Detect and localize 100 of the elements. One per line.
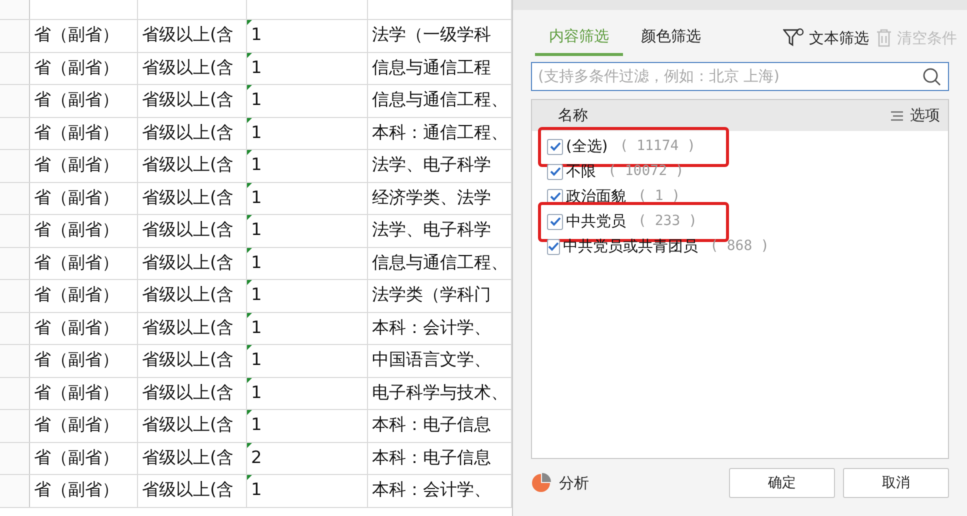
table-cell-text: 1 bbox=[251, 24, 262, 47]
item-label[interactable]: 中共党员或共青团员 bbox=[563, 235, 698, 258]
table-cell-text: 1 bbox=[251, 349, 262, 372]
row-header[interactable] bbox=[0, 182, 30, 214]
table-cell-text: 省级以上(含 bbox=[142, 446, 234, 470]
table-cell-text: 省级以上(含 bbox=[142, 24, 234, 47]
table-cell-text: 省（副省） bbox=[34, 252, 119, 274]
item-label[interactable]: 不限 bbox=[566, 160, 596, 183]
table-cell-text: 本科：会计学、 bbox=[372, 479, 491, 502]
item-label[interactable]: 政治面貌 bbox=[566, 185, 626, 208]
corner-header[interactable] bbox=[0, 0, 30, 19]
table-cell-text: 省（副省） bbox=[34, 382, 119, 404]
table-cell-text: 省（副省） bbox=[34, 154, 119, 177]
table-cell-text: 省级以上(含 bbox=[142, 186, 234, 210]
table-cell-text: 省（副省） bbox=[34, 414, 119, 437]
table-cell-text: 1 bbox=[251, 479, 262, 502]
filter-icon bbox=[783, 28, 805, 48]
item-label[interactable]: 中共党员 bbox=[566, 210, 626, 233]
item-count: ( 868 ) bbox=[710, 237, 770, 256]
table-cell-text: 法学、电子科学 bbox=[372, 219, 491, 242]
table-cell-text: 省级以上(含 bbox=[142, 316, 234, 340]
row-header[interactable] bbox=[0, 248, 30, 279]
column-header: 名称 bbox=[558, 105, 588, 126]
table-cell-text: 省级以上(含 bbox=[142, 122, 234, 144]
table-cell-text: 1 bbox=[251, 382, 262, 404]
table-cell-text: 法学、电子科学 bbox=[372, 154, 491, 177]
row-header[interactable] bbox=[0, 150, 30, 182]
analyze-button[interactable]: 分析 bbox=[531, 472, 589, 494]
filter-tab[interactable]: 颜色筛选 bbox=[627, 20, 715, 56]
table-cell-text: 省级以上(含 bbox=[142, 252, 234, 274]
search-icon bbox=[922, 66, 942, 86]
text-filter-button[interactable]: 文本筛选 bbox=[783, 26, 869, 50]
table-cell-text: 1 bbox=[251, 284, 262, 307]
table-cell-text: 1 bbox=[251, 186, 262, 210]
row-header[interactable] bbox=[0, 118, 30, 149]
row-header[interactable] bbox=[0, 378, 30, 409]
table-cell-text: 1 bbox=[251, 252, 262, 274]
row-header[interactable] bbox=[0, 312, 30, 344]
table-cell-text: 经济学类、法学 bbox=[372, 186, 491, 210]
table-cell-text: 省级以上(含 bbox=[142, 284, 234, 307]
checkbox[interactable] bbox=[547, 214, 563, 230]
row-header[interactable] bbox=[0, 52, 30, 84]
checkbox[interactable] bbox=[547, 138, 563, 154]
table-cell-text: 本科：电子信息 bbox=[372, 446, 491, 470]
table-cell-text: 省（副省） bbox=[34, 284, 119, 307]
cancel-button[interactable]: 取消 bbox=[843, 468, 949, 498]
table-cell-text: 省级以上(含 bbox=[142, 154, 234, 177]
table-cell-text: 省级以上(含 bbox=[142, 479, 234, 502]
checkbox[interactable] bbox=[547, 238, 560, 254]
trash-icon bbox=[875, 28, 893, 48]
table-cell-text: 信息与通信工程、 bbox=[372, 89, 508, 112]
table-cell-text: 法学类（学科门 bbox=[372, 284, 491, 307]
table-cell-text: 1 bbox=[251, 414, 262, 437]
table-cell-text: 1 bbox=[251, 154, 262, 177]
table-cell-text: 省（副省） bbox=[34, 89, 119, 112]
pie-chart-icon bbox=[531, 473, 551, 493]
row-header[interactable] bbox=[0, 85, 30, 116]
row-header[interactable] bbox=[0, 215, 30, 246]
confirm-button[interactable]: 确定 bbox=[729, 468, 835, 498]
options-button[interactable]: 选项 bbox=[890, 104, 940, 127]
table-cell-text: 本科：会计学、 bbox=[372, 316, 491, 340]
table-cell-text: 信息与通信工程、 bbox=[372, 252, 508, 274]
table-cell-text: 中国语言文学、 bbox=[372, 349, 491, 372]
search-field[interactable]: (支持多条件过滤，例如：北京 上海) bbox=[531, 62, 949, 91]
table-cell-text: 1 bbox=[251, 89, 262, 112]
item-count: ( 11174 ) bbox=[620, 137, 696, 156]
table-cell-text: 省级以上(含 bbox=[142, 56, 234, 80]
row-header[interactable] bbox=[0, 345, 30, 376]
table-cell-text: 省级以上(含 bbox=[142, 414, 234, 437]
table-cell-text: 省（副省） bbox=[34, 316, 119, 340]
table-cell-text: 省（副省） bbox=[34, 349, 119, 372]
list-icon bbox=[890, 110, 904, 120]
item-label[interactable]: (全选) bbox=[566, 135, 608, 158]
search-input[interactable]: (支持多条件过滤，例如：北京 上海) bbox=[538, 65, 922, 88]
table-cell-text: 省级以上(含 bbox=[142, 219, 234, 242]
row-header[interactable] bbox=[0, 475, 30, 506]
item-count: ( 10072 ) bbox=[608, 162, 684, 181]
table-cell-text: 省（副省） bbox=[34, 122, 119, 144]
row-header[interactable] bbox=[0, 280, 30, 312]
table-cell-text: 1 bbox=[251, 122, 262, 144]
table-cell-text: 电子科学与技术、 bbox=[372, 382, 508, 404]
table-cell-text: 省级以上(含 bbox=[142, 349, 234, 372]
table-cell-text: 省（副省） bbox=[34, 219, 119, 242]
table-cell-text: 1 bbox=[251, 316, 262, 340]
table-cell-text: 省（副省） bbox=[34, 186, 119, 210]
table-cell-text: 信息与通信工程 bbox=[372, 56, 491, 80]
table-cell-text: 省级以上(含 bbox=[142, 89, 234, 112]
table-cell-text: 本科：电子信息 bbox=[372, 414, 491, 437]
table-cell-text: 省（副省） bbox=[34, 24, 119, 47]
checkbox[interactable] bbox=[547, 164, 563, 180]
table-cell-text: 省级以上(含 bbox=[142, 382, 234, 404]
table-cell-text: 2 bbox=[251, 446, 262, 470]
item-count: ( 1 ) bbox=[638, 187, 680, 206]
row-header[interactable] bbox=[0, 442, 30, 474]
row-header[interactable] bbox=[0, 410, 30, 442]
table-cell-text: 1 bbox=[251, 219, 262, 242]
table-cell-text: 1 bbox=[251, 56, 262, 80]
row-header[interactable] bbox=[0, 20, 30, 52]
table-cell-text: 省（副省） bbox=[34, 56, 119, 80]
table-cell-text: 省（副省） bbox=[34, 479, 119, 502]
